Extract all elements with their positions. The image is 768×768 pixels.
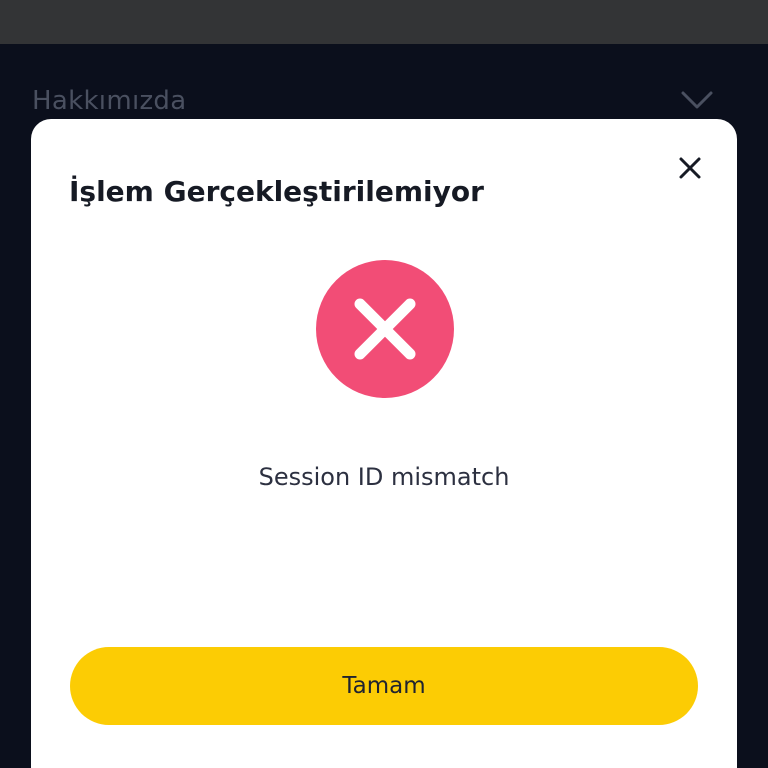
accordion-title: Hakkımızda [32, 86, 187, 116]
chevron-down-icon [681, 91, 713, 109]
dialog-title: İşlem Gerçekleştirilemiyor [69, 175, 484, 208]
ok-button-label: Tamam [342, 673, 426, 699]
close-button[interactable] [673, 151, 707, 185]
close-icon [679, 157, 701, 179]
error-x-icon [354, 298, 416, 360]
error-status-badge [316, 260, 454, 398]
ok-button[interactable]: Tamam [70, 647, 698, 725]
status-bar [0, 0, 768, 44]
app-screen: Hakkımızda İşlem Gerçekleştirilemiyor Se… [0, 0, 768, 768]
error-dialog: İşlem Gerçekleştirilemiyor Session ID mi… [31, 119, 737, 768]
error-message: Session ID mismatch [258, 463, 510, 491]
